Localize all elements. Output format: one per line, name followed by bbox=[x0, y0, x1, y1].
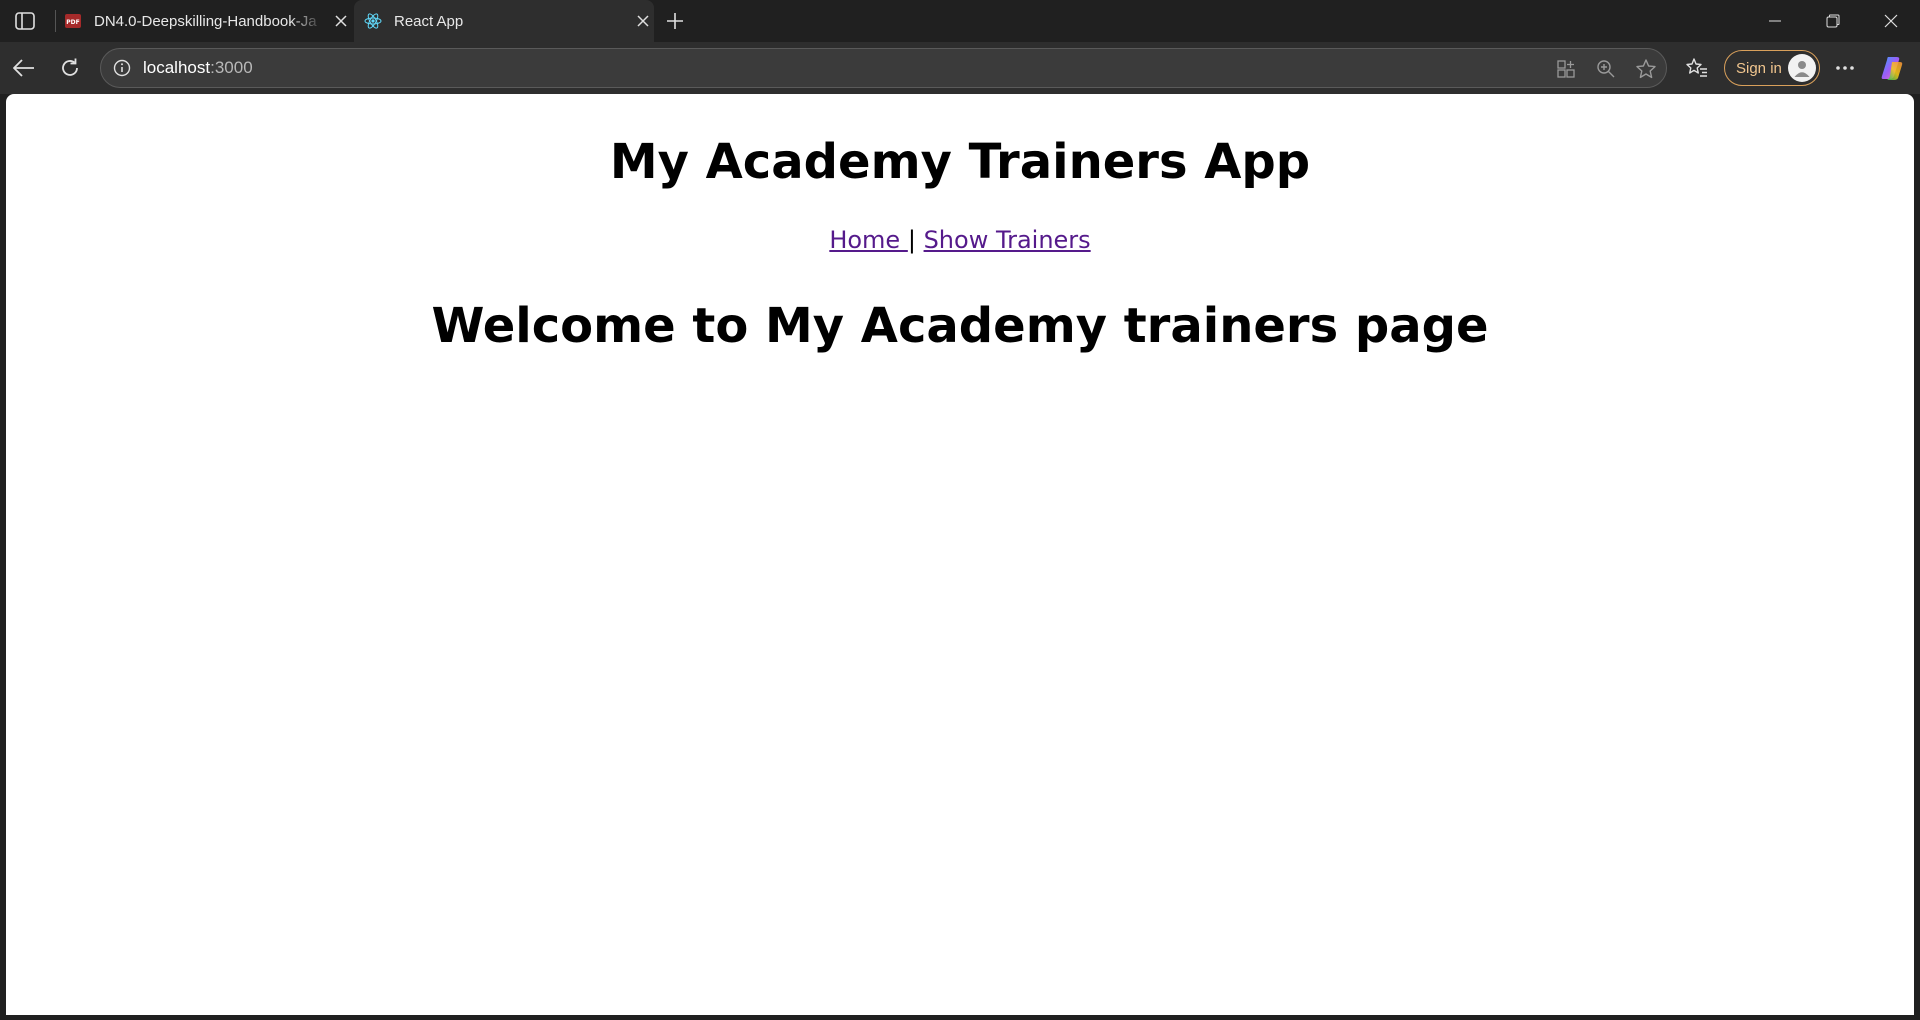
page-viewport: My Academy Trainers App Home | Show Trai… bbox=[6, 94, 1914, 1015]
arrow-left-icon bbox=[13, 59, 34, 77]
nav-links: Home | Show Trainers bbox=[6, 226, 1914, 254]
refresh-button[interactable] bbox=[54, 52, 86, 84]
favorites-list-icon bbox=[1686, 58, 1707, 77]
welcome-heading: Welcome to My Academy trainers page bbox=[431, 298, 1489, 354]
close-window-button[interactable] bbox=[1862, 0, 1920, 42]
copilot-button[interactable] bbox=[1876, 52, 1908, 84]
url-port: :3000 bbox=[210, 58, 253, 77]
tab-pdf-handbook[interactable]: PDF DN4.0-Deepskilling-Handbook-Ja bbox=[64, 0, 352, 42]
url-text[interactable]: localhost:3000 bbox=[143, 58, 253, 78]
tab-separator bbox=[55, 10, 56, 32]
info-icon[interactable] bbox=[111, 57, 133, 79]
page-title: My Academy Trainers App bbox=[609, 134, 1311, 190]
svg-text:PDF: PDF bbox=[66, 19, 79, 26]
sign-in-label: Sign in bbox=[1736, 59, 1782, 77]
close-icon bbox=[1884, 14, 1898, 28]
restore-icon bbox=[1826, 14, 1840, 28]
close-tab-icon[interactable] bbox=[330, 10, 352, 32]
plus-icon bbox=[667, 13, 683, 29]
browser-toolbar: localhost:3000 Sign in bbox=[0, 42, 1920, 94]
avatar-icon bbox=[1788, 54, 1816, 82]
close-tab-icon[interactable] bbox=[632, 10, 654, 32]
favorites-button[interactable] bbox=[1681, 52, 1713, 84]
settings-more-button[interactable] bbox=[1829, 52, 1861, 84]
tab-title: React App bbox=[394, 12, 464, 30]
tab-title: DN4.0-Deepskilling-Handbook-Ja bbox=[94, 12, 317, 30]
tab-actions-button[interactable] bbox=[10, 8, 40, 34]
tab-react-app[interactable]: React App bbox=[354, 0, 654, 42]
minimize-icon bbox=[1769, 20, 1781, 22]
sidebar-toggle-icon bbox=[15, 12, 35, 30]
back-button[interactable] bbox=[8, 52, 40, 84]
favorite-star-icon[interactable] bbox=[1633, 56, 1659, 82]
copilot-icon bbox=[1881, 57, 1903, 80]
zoom-icon[interactable] bbox=[1593, 56, 1619, 82]
url-host: localhost bbox=[143, 58, 211, 77]
app-available-icon[interactable] bbox=[1553, 56, 1579, 82]
refresh-icon bbox=[62, 58, 78, 76]
tab-bar: PDF DN4.0-Deepskilling-Handbook-Ja React… bbox=[0, 0, 1920, 42]
sign-in-button[interactable]: Sign in bbox=[1724, 50, 1820, 86]
pdf-icon: PDF bbox=[64, 12, 82, 30]
restore-button[interactable] bbox=[1804, 0, 1862, 42]
nav-separator: | bbox=[907, 226, 916, 254]
show-trainers-link[interactable]: Show Trainers bbox=[924, 226, 1091, 254]
home-link[interactable]: Home bbox=[829, 226, 908, 254]
address-bar[interactable]: localhost:3000 bbox=[100, 48, 1667, 88]
more-dots-icon bbox=[1836, 66, 1854, 70]
minimize-button[interactable] bbox=[1746, 0, 1804, 42]
react-icon bbox=[364, 12, 382, 30]
new-tab-button[interactable] bbox=[660, 8, 690, 34]
